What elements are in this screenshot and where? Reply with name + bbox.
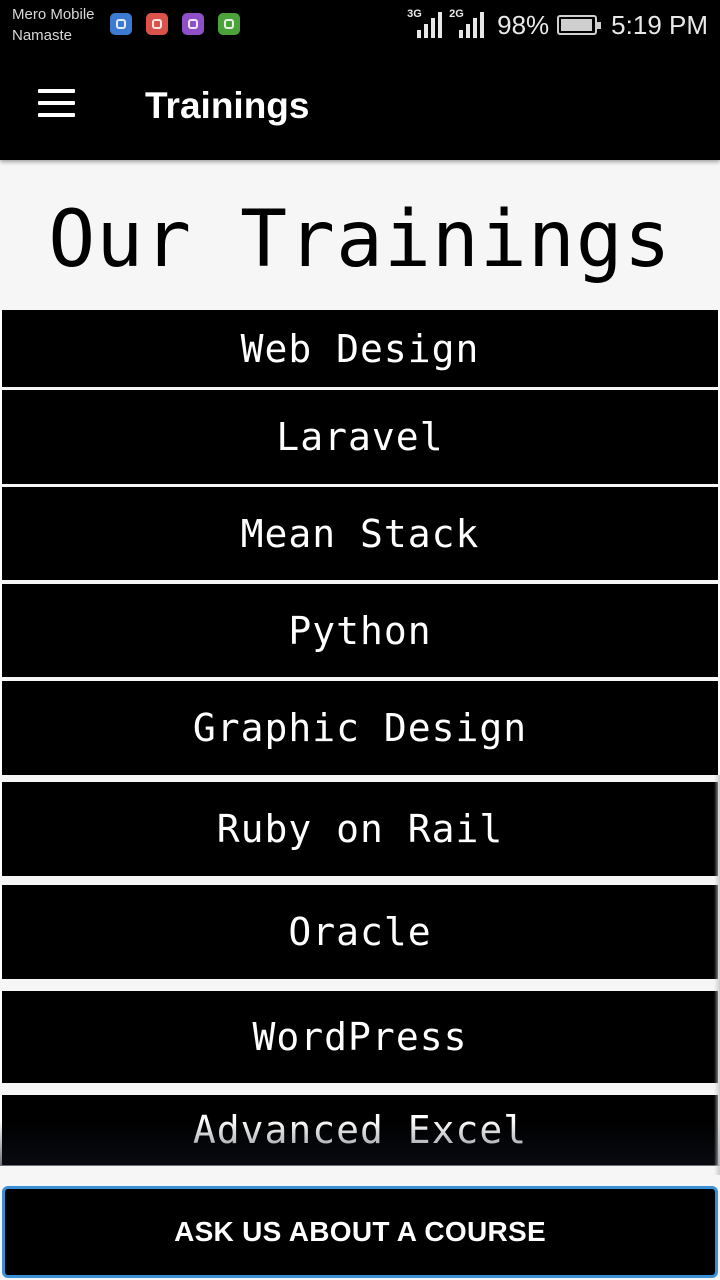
carrier-name: Mero Mobile [12, 6, 95, 23]
clock: 5:19 PM [611, 10, 708, 40]
carrier-info: Mero Mobile Namaste [12, 4, 95, 46]
mail-icon [146, 13, 168, 35]
course-item[interactable]: WordPress [0, 991, 720, 1083]
course-label: Python [288, 608, 432, 653]
course-label: Ruby on Rail [216, 807, 504, 851]
ask-about-course-button[interactable]: ASK US ABOUT A COURSE [2, 1186, 718, 1278]
course-label: Web Design [240, 326, 480, 371]
course-item[interactable]: Graphic Design [0, 681, 720, 775]
course-item[interactable]: Ruby on Rail [0, 782, 720, 876]
status-indicators: 3G 2G 98% 5:19 PM [407, 8, 708, 42]
course-item[interactable]: Mean Stack [0, 487, 720, 580]
cta-label: ASK US ABOUT A COURSE [174, 1216, 546, 1247]
battery-icon [557, 15, 602, 35]
course-label: Laravel [276, 415, 444, 459]
security-icon [218, 13, 240, 35]
app-bar-title: Trainings [145, 85, 310, 126]
course-label: WordPress [252, 1015, 468, 1059]
course-item[interactable]: Python [0, 584, 720, 677]
course-item[interactable]: Web Design [0, 310, 720, 387]
notification-icons [110, 13, 240, 35]
signal-3g-icon: 3G [407, 8, 447, 40]
course-item[interactable]: Advanced Excel [0, 1095, 720, 1165]
messenger-icon [110, 13, 132, 35]
course-item[interactable]: Oracle [0, 885, 720, 979]
carrier-subtitle: Namaste [12, 27, 73, 44]
app-bar: Trainings [0, 52, 720, 160]
battery-percent: 98% [497, 10, 550, 40]
gallery-icon [182, 13, 204, 35]
hamburger-menu-icon[interactable] [30, 84, 78, 124]
course-label: Oracle [288, 910, 432, 954]
status-bar: Mero Mobile Namaste 3G 2G 98% 5:19 PM [0, 0, 720, 52]
page-title: Our Trainings [48, 195, 672, 285]
signal-2g-icon: 2G [449, 8, 489, 40]
course-item[interactable]: Laravel [0, 390, 720, 484]
course-label: Graphic Design [192, 706, 528, 750]
course-label: Mean Stack [240, 511, 480, 556]
course-label: Advanced Excel [192, 1108, 528, 1152]
overscroll-edge [714, 775, 720, 1175]
